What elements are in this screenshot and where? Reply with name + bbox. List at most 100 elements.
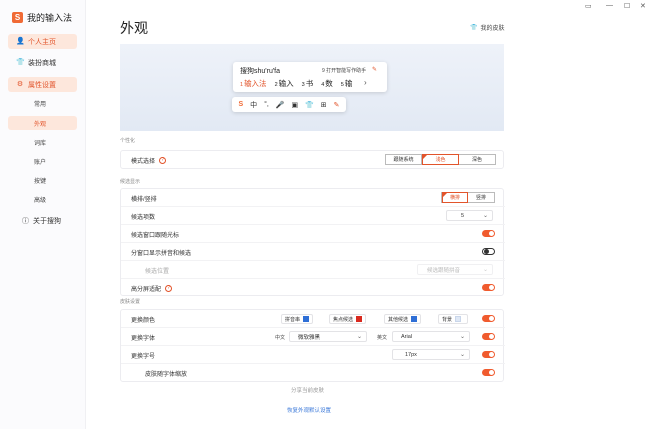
- follow-row: 候选窗口跟随光标: [121, 225, 505, 243]
- chip-label: 背景: [442, 316, 453, 323]
- count-row: 候选项数 5 ⌄: [121, 207, 505, 225]
- chevron-down-icon: ⌄: [482, 267, 488, 273]
- chevron-down-icon: ⌄: [459, 334, 465, 340]
- hires-label: 高分屏适配 ?: [131, 284, 173, 293]
- chip-label: 其他候选: [388, 316, 409, 323]
- mode-option-light[interactable]: 浅色: [422, 154, 459, 165]
- gear-icon: ⚙: [16, 80, 24, 88]
- mode-option-dark[interactable]: 深色: [459, 155, 495, 164]
- nav-sub-advanced[interactable]: 高级: [8, 192, 77, 206]
- color-chip-pinyin[interactable]: 拼音串: [281, 314, 314, 324]
- chevron-down-icon: ⌄: [356, 334, 362, 340]
- maximize-icon[interactable]: ☐: [624, 2, 630, 10]
- minimize-icon[interactable]: —: [606, 2, 613, 9]
- hires-toggle[interactable]: [482, 284, 495, 291]
- nav-sub-label: 外观: [34, 121, 47, 128]
- layout-label: 横排/竖排: [131, 197, 157, 203]
- scale-label: 皮肤随字体缩放: [145, 372, 188, 378]
- english-font-prefix: 英文: [377, 335, 388, 341]
- share-skin-button[interactable]: 分享当前皮肤: [291, 386, 324, 394]
- nav-profile[interactable]: 👤 个人主页: [8, 34, 77, 49]
- shirt-icon: 👕: [470, 25, 478, 31]
- scale-toggle[interactable]: [482, 369, 495, 376]
- font-toggle[interactable]: [482, 333, 495, 340]
- nav-sub-label: 账户: [34, 159, 47, 166]
- color-toggle[interactable]: [482, 315, 495, 322]
- size-label: 更换字号: [131, 354, 156, 360]
- split-label: 分窗口显示拼音和候选: [131, 251, 192, 257]
- sogou-logo-icon: S: [12, 12, 23, 23]
- image-icon: ▣: [291, 101, 299, 109]
- my-skin-label: 我的皮肤: [480, 26, 505, 32]
- chinese-font-select[interactable]: 微软雅黑 ⌄: [289, 331, 367, 342]
- layout-option-horizontal[interactable]: 横排: [442, 192, 468, 203]
- color-chip-focus[interactable]: 焦点候选: [329, 314, 367, 324]
- layout-row: 横排/竖排 横排 竖排: [121, 189, 505, 207]
- size-row: 更换字号 17px ⌄: [121, 346, 505, 364]
- section-candidate: 候选显示: [120, 179, 141, 185]
- font-size-value: 17px: [405, 351, 417, 358]
- nav-about[interactable]: ⓘ 关于搜狗: [22, 216, 61, 226]
- nav-sub-dictionary[interactable]: 词库: [8, 135, 77, 149]
- candidate-item: 4数: [321, 79, 333, 88]
- scale-row: 皮肤随字体缩放: [121, 364, 505, 382]
- font-row: 更换字体 中文 微软雅黑 ⌄ 英文 Arial ⌄: [121, 328, 505, 346]
- nav-settings[interactable]: ⚙ 属性设置: [8, 77, 77, 92]
- mode-label-text: 模式选择: [131, 159, 156, 165]
- chinese-mode-icon: 中: [250, 101, 258, 109]
- help-icon[interactable]: ?: [165, 285, 173, 292]
- nav-profile-label: 个人主页: [28, 38, 56, 46]
- sogou-logo-icon: S: [238, 101, 244, 108]
- mode-card: 模式选择 ? 跟随系统 浅色 深色: [120, 150, 504, 169]
- follow-label: 候选窗口跟随光标: [131, 233, 180, 239]
- nav-sub-label: 按键: [34, 178, 47, 185]
- hires-row: 高分屏适配 ?: [121, 279, 505, 297]
- candidate-item: 1输入法: [240, 79, 267, 88]
- microphone-icon: 🎤: [275, 101, 285, 109]
- nav-store[interactable]: 👕 装扮商城: [8, 55, 77, 70]
- mini-mode-icon[interactable]: ▭: [585, 2, 592, 10]
- color-swatch: [356, 316, 363, 322]
- nav-sub-account[interactable]: 账户: [8, 154, 77, 168]
- section-personalization: 个性化: [120, 138, 136, 144]
- help-icon[interactable]: ?: [159, 157, 167, 164]
- mode-option-system[interactable]: 跟随系统: [386, 155, 422, 164]
- count-label: 候选项数: [131, 215, 156, 221]
- chip-label: 拼音串: [285, 316, 301, 323]
- position-value: 候选跟随拼音: [427, 267, 461, 274]
- size-toggle[interactable]: [482, 351, 495, 358]
- status-bar-preview: S 中 °, 🎤 ▣ 👕 ⊞ ✎: [232, 97, 346, 112]
- color-chip-background[interactable]: 背景: [438, 314, 468, 324]
- split-toggle[interactable]: [482, 248, 495, 255]
- mode-segmented: 跟随系统 浅色 深色: [385, 154, 496, 165]
- pinyin-string: 搜狗shu'ru'fa: [240, 68, 281, 75]
- candidate-window-preview: 搜狗shu'ru'fa 9 打开智能写作助手 ✎ 1输入法 2输入 3书 4数 …: [233, 62, 387, 92]
- position-label: 候选位置: [145, 269, 170, 275]
- color-chip-other[interactable]: 其他候选: [384, 314, 422, 324]
- font-size-select[interactable]: 17px ⌄: [392, 349, 470, 360]
- shirt-icon: 👕: [16, 58, 25, 66]
- info-icon: ⓘ: [22, 218, 29, 225]
- my-skin-link[interactable]: 👕 我的皮肤: [470, 23, 505, 32]
- punctuation-icon: °,: [264, 101, 269, 108]
- font-label: 更换字体: [131, 336, 156, 342]
- layout-option-vertical[interactable]: 竖排: [468, 193, 494, 202]
- candidate-item: 2输入: [274, 79, 294, 88]
- nav-sub-common[interactable]: 常用: [8, 96, 77, 110]
- nav-about-label: 关于搜狗: [33, 218, 61, 225]
- candidate-item: 3书: [301, 79, 314, 88]
- candidate-list: 1输入法 2输入 3书 4数 5输: [240, 78, 352, 89]
- close-icon[interactable]: ✕: [640, 2, 646, 10]
- page-title: 外观: [120, 20, 148, 36]
- english-font-select[interactable]: Arial ⌄: [392, 331, 470, 342]
- color-row: 更换颜色 拼音串 焦点候选 其他候选 背景: [121, 310, 505, 328]
- count-select[interactable]: 5 ⌄: [446, 210, 493, 221]
- chinese-font-value: 微软雅黑: [298, 334, 321, 341]
- follow-toggle[interactable]: [482, 230, 495, 237]
- english-font-value: Arial: [401, 333, 413, 340]
- restore-defaults-link[interactable]: 恢复外观默认设置: [287, 406, 331, 414]
- shirt-icon: 👕: [305, 101, 314, 109]
- position-select[interactable]: 候选跟随拼音 ⌄: [417, 264, 493, 275]
- nav-sub-keys[interactable]: 按键: [8, 173, 77, 187]
- nav-sub-appearance[interactable]: 外观: [8, 116, 77, 130]
